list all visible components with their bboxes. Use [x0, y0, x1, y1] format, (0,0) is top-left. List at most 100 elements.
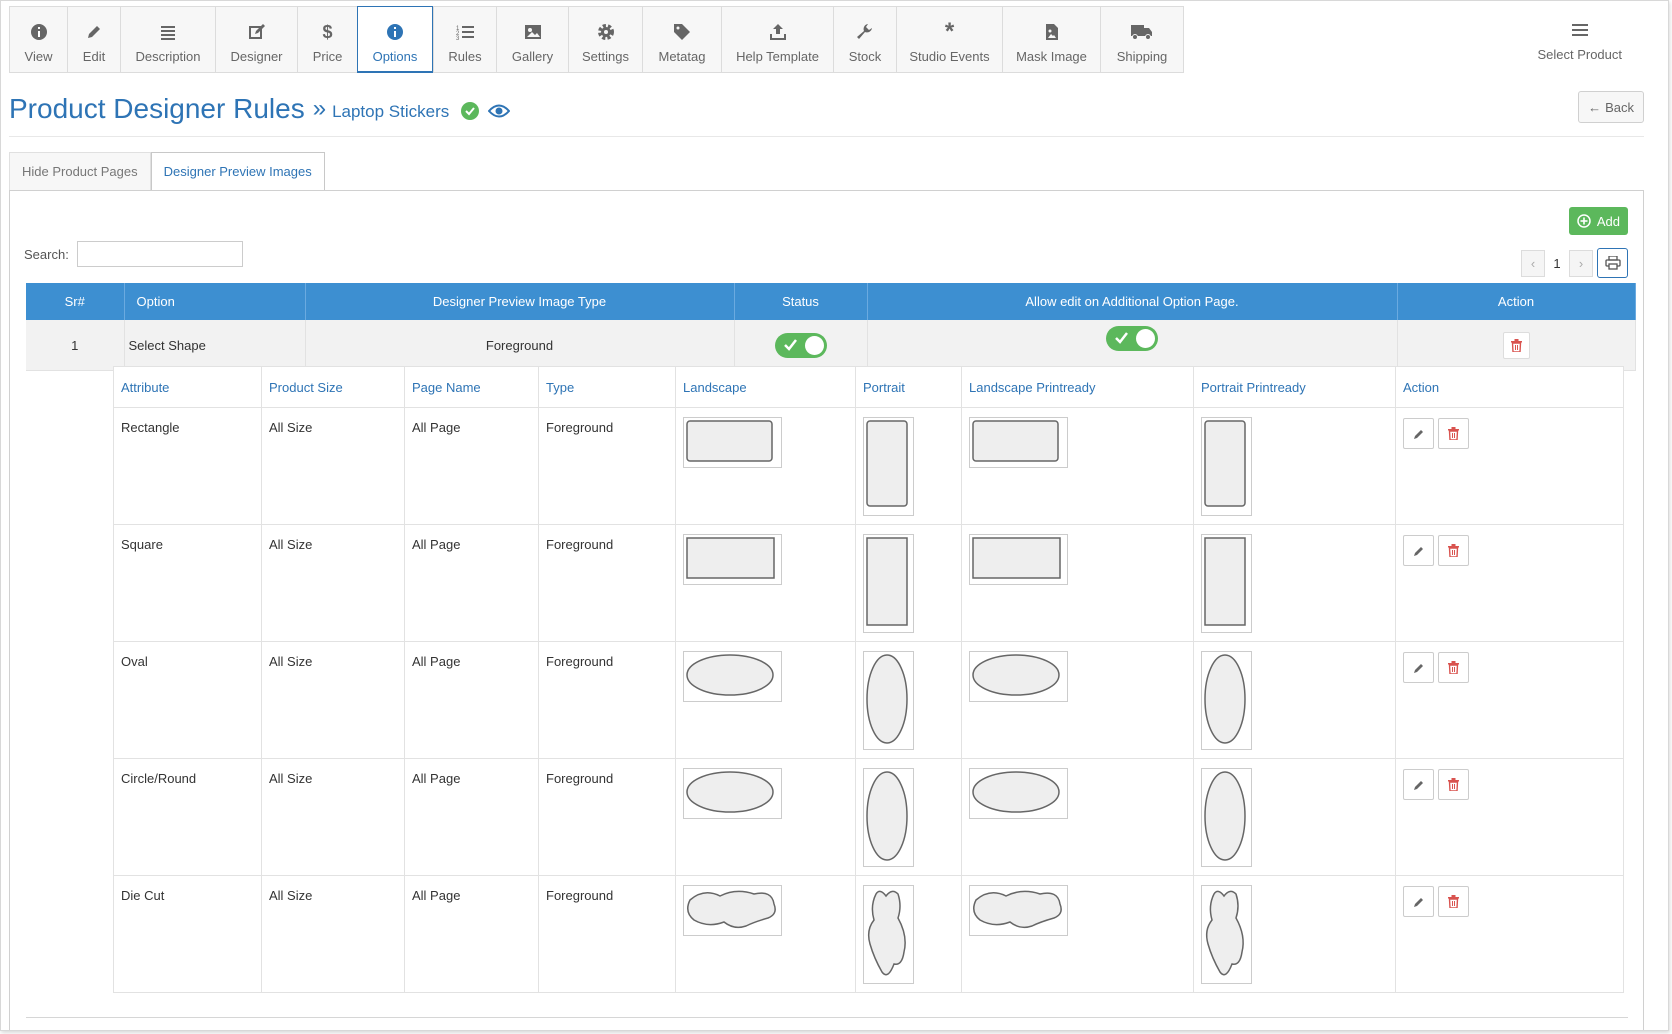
toolbar-settings-button[interactable]: Settings: [568, 6, 642, 73]
table-row: Die Cut All Size All Page Foreground: [113, 875, 1624, 993]
tab-hide-product-pages[interactable]: Hide Product Pages: [9, 152, 151, 190]
trash-icon: [1448, 544, 1459, 557]
toolbar-rules-button[interactable]: 123 Rules: [433, 6, 496, 73]
portrait-thumbnail[interactable]: [863, 651, 914, 750]
prev-page-button[interactable]: ‹: [1521, 249, 1545, 277]
column-header[interactable]: Portrait Printready: [1193, 366, 1396, 408]
table-header-row: Sr# Option Designer Preview Image Type S…: [26, 283, 1636, 320]
row-actions: [1403, 769, 1623, 800]
column-header[interactable]: Option: [124, 283, 306, 320]
tab-designer-preview-images[interactable]: Designer Preview Images: [150, 152, 325, 191]
toolbar-help-template-button[interactable]: Help Template: [721, 6, 833, 73]
print-button[interactable]: [1597, 248, 1628, 278]
portrait-printready-thumbnail[interactable]: [1201, 534, 1252, 633]
select-product-button[interactable]: Select Product: [1537, 19, 1622, 62]
toolbar-label: Rules: [448, 49, 482, 64]
product-name-link[interactable]: Laptop Stickers: [332, 102, 449, 122]
select-product-label: Select Product: [1537, 47, 1622, 62]
column-header[interactable]: Landscape: [675, 366, 856, 408]
status-toggle[interactable]: [774, 332, 827, 358]
eye-icon[interactable]: [488, 103, 511, 119]
column-header[interactable]: Designer Preview Image Type: [305, 283, 735, 320]
page-name: All Page: [404, 641, 539, 759]
image-type: Foreground: [538, 524, 676, 642]
toolbar-label: Price: [312, 49, 343, 64]
back-button[interactable]: ← Back: [1578, 91, 1644, 123]
landscape-printready-thumbnail[interactable]: [969, 534, 1068, 585]
toolbar-studio-events-button[interactable]: * Studio Events: [896, 6, 1002, 73]
plus-circle-icon: [1577, 214, 1591, 228]
toolbar-gallery-button[interactable]: Gallery: [496, 6, 568, 73]
delete-button[interactable]: [1502, 331, 1530, 359]
portrait-printready-cell: [1193, 524, 1396, 642]
allow-edit-toggle[interactable]: [1106, 326, 1158, 351]
column-header[interactable]: Attribute: [113, 366, 262, 408]
landscape-thumbnail[interactable]: [683, 768, 782, 819]
toolbar-metatag-button[interactable]: Metatag: [642, 6, 721, 73]
toolbar-stock-button[interactable]: Stock: [833, 6, 896, 73]
page-header: Product Designer Rules » Laptop Stickers: [9, 93, 511, 125]
column-header[interactable]: Sr#: [26, 283, 125, 320]
delete-button[interactable]: [1438, 652, 1469, 683]
edit-button[interactable]: [1403, 418, 1434, 449]
add-button[interactable]: Add: [1568, 207, 1628, 235]
attributes-table-body: Rectangle All Size All Page Foreground Squar…: [113, 407, 1624, 993]
portrait-thumbnail[interactable]: [863, 417, 914, 516]
tab-bar: Hide Product Pages Designer Preview Imag…: [9, 152, 325, 191]
landscape-thumbnail[interactable]: [683, 885, 782, 936]
delete-button[interactable]: [1438, 886, 1469, 917]
option-name: Select Shape: [124, 320, 306, 371]
edit-button[interactable]: [1403, 886, 1434, 917]
toolbar-label: Edit: [82, 49, 106, 64]
next-page-button[interactable]: ›: [1569, 249, 1593, 277]
toolbar-description-button[interactable]: Description: [120, 6, 215, 73]
column-header[interactable]: Type: [538, 366, 676, 408]
toolbar-price-button[interactable]: $ Price: [297, 6, 357, 73]
edit-button[interactable]: [1403, 769, 1434, 800]
portrait-thumbnail[interactable]: [863, 534, 914, 633]
toggle-knob: [804, 335, 824, 355]
delete-button[interactable]: [1438, 769, 1469, 800]
landscape-thumbnail[interactable]: [683, 417, 782, 468]
edit-button[interactable]: [1403, 652, 1434, 683]
current-page[interactable]: 1: [1545, 256, 1569, 271]
column-header[interactable]: Page Name: [404, 366, 539, 408]
column-header[interactable]: Action: [1397, 283, 1636, 320]
toolbar-mask-image-button[interactable]: Mask Image: [1002, 6, 1100, 73]
delete-button[interactable]: [1438, 535, 1469, 566]
row-number: 1: [26, 320, 125, 371]
landscape-thumbnail[interactable]: [683, 534, 782, 585]
delete-button[interactable]: [1438, 418, 1469, 449]
portrait-printready-thumbnail[interactable]: [1201, 651, 1252, 750]
pencil-icon: [85, 21, 103, 43]
breadcrumb-separator: »: [312, 95, 327, 122]
column-header[interactable]: Portrait: [855, 366, 962, 408]
toolbar-designer-button[interactable]: Designer: [215, 6, 297, 73]
image-type: Foreground: [538, 758, 676, 876]
portrait-printready-thumbnail[interactable]: [1201, 885, 1252, 984]
column-header[interactable]: Allow edit on Additional Option Page.: [867, 283, 1398, 320]
portrait-printready-thumbnail[interactable]: [1201, 768, 1252, 867]
portrait-thumbnail[interactable]: [863, 885, 914, 984]
column-header[interactable]: Status: [734, 283, 868, 320]
landscape-printready-thumbnail[interactable]: [969, 768, 1068, 819]
toolbar-options-button[interactable]: Options: [357, 6, 433, 73]
landscape-printready-thumbnail[interactable]: [969, 651, 1068, 702]
column-header[interactable]: Action: [1395, 366, 1624, 408]
edit-button[interactable]: [1403, 535, 1434, 566]
landscape-thumbnail[interactable]: [683, 651, 782, 702]
toolbar-view-button[interactable]: View: [9, 6, 67, 73]
page-name: All Page: [404, 875, 539, 993]
column-header[interactable]: Product Size: [261, 366, 405, 408]
landscape-printready-thumbnail[interactable]: [969, 417, 1068, 468]
search-input[interactable]: [76, 241, 243, 267]
portrait-printready-thumbnail[interactable]: [1201, 417, 1252, 516]
column-header[interactable]: Landscape Printready: [961, 366, 1194, 408]
toolbar-shipping-button[interactable]: Shipping: [1100, 6, 1184, 73]
toolbar-edit-button[interactable]: Edit: [67, 6, 120, 73]
attribute-name: Oval: [113, 641, 262, 759]
landscape-cell: [675, 641, 856, 759]
portrait-thumbnail[interactable]: [863, 768, 914, 867]
landscape-printready-thumbnail[interactable]: [969, 885, 1068, 936]
row-actions: [1403, 535, 1623, 566]
